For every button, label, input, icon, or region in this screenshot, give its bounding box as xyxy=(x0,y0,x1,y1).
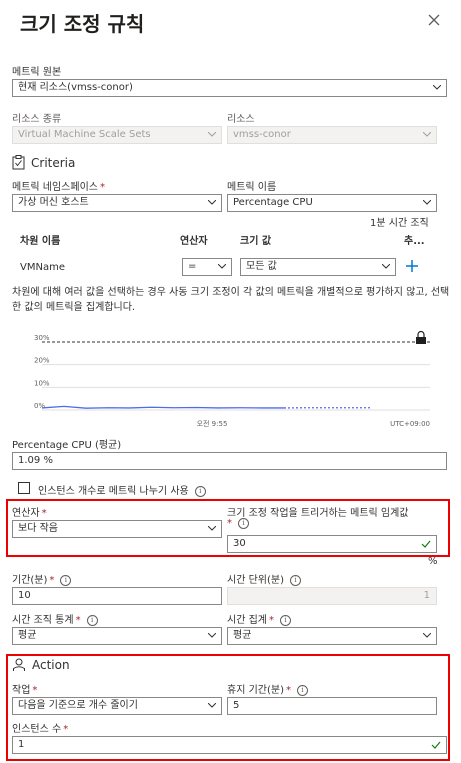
dimension-value-dropdown[interactable]: 모든 값 xyxy=(240,258,396,276)
operation-dropdown[interactable]: 다음을 기준으로 개수 줄이기 xyxy=(12,697,222,715)
chevron-down-icon xyxy=(208,200,216,205)
threshold-input[interactable]: 30 xyxy=(227,535,437,553)
chart-y-tick-label: 20% xyxy=(34,357,50,365)
dimension-name-header: 차원 이름 xyxy=(20,236,61,247)
time-grain-input: 1 xyxy=(227,587,437,605)
person-action-icon xyxy=(13,658,25,671)
chevron-down-icon xyxy=(423,132,431,137)
info-icon[interactable]: i xyxy=(60,575,72,586)
info-icon[interactable]: i xyxy=(296,685,308,696)
metric-name-value: Percentage CPU xyxy=(233,197,313,208)
operator-value: 보다 작음 xyxy=(18,523,58,534)
operation-label: 작업 * xyxy=(12,685,38,696)
chevron-down-icon xyxy=(208,132,216,137)
resource-dropdown: vmss-conor xyxy=(227,126,437,144)
chevron-down-icon xyxy=(382,264,390,269)
add-icon[interactable] xyxy=(405,259,419,273)
info-icon[interactable]: i xyxy=(194,486,206,497)
metric-summary-value: 1.09 % xyxy=(12,452,447,470)
checkmark-icon xyxy=(421,540,431,548)
chevron-down-icon xyxy=(208,633,216,638)
metric-namespace-label: 메트릭 네임스페이스 * xyxy=(12,182,105,193)
threshold-label: 크기 조정 작업을 트리거하는 메트릭 임계값 xyxy=(227,508,409,519)
checkmark-icon xyxy=(431,741,441,749)
metric-chart: 30% 20% 10% 0% 오전 9:55 UTC+09:00 xyxy=(34,330,430,428)
instance-count-label: 인스턴스 수 * xyxy=(12,724,69,735)
time-aggregation-value: 평균 xyxy=(233,630,252,641)
duration-input[interactable]: 10 xyxy=(12,587,222,605)
instance-count-input[interactable]: 1 xyxy=(12,736,447,754)
divide-by-instance-label: 인스턴스 개수로 메트릭 나누기 사용 i xyxy=(38,482,206,497)
chart-series-line xyxy=(41,405,284,409)
chevron-down-icon xyxy=(423,200,431,205)
chart-x-label-timezone: UTC+09:00 xyxy=(390,420,430,428)
panel-title: 크기 조정 규칙 xyxy=(20,12,145,36)
clipboard-icon xyxy=(12,155,25,170)
info-icon[interactable]: i xyxy=(279,615,291,626)
time-aggregation-label: 시간 집계 * i xyxy=(227,611,291,626)
dimension-operator-header: 연산자 xyxy=(180,236,208,247)
dimension-operator-dropdown[interactable]: = xyxy=(182,258,232,276)
chart-y-tick-label: 0% xyxy=(34,402,45,410)
resource-label: 리소스 xyxy=(227,114,255,125)
metric-source-label: 메트릭 원본 xyxy=(12,67,62,78)
metric-summary-label: Percentage CPU (평균) xyxy=(12,440,122,451)
criteria-title: Criteria xyxy=(31,156,76,170)
dimension-row-name: VMName xyxy=(20,262,65,273)
dimension-value-value: 모든 값 xyxy=(246,261,277,272)
time-aggregation-dropdown[interactable]: 평균 xyxy=(227,627,437,645)
chevron-down-icon xyxy=(208,703,216,708)
resource-type-dropdown: Virtual Machine Scale Sets xyxy=(12,126,222,144)
resource-type-value: Virtual Machine Scale Sets xyxy=(18,129,151,140)
metric-source-value: 현재 리소스(vmss-conor) xyxy=(18,82,133,93)
action-title: Action xyxy=(32,658,70,672)
info-icon[interactable]: i xyxy=(238,518,249,529)
metric-namespace-dropdown[interactable]: 가상 머신 호스트 xyxy=(12,194,222,212)
metric-source-dropdown[interactable]: 현재 리소스(vmss-conor) xyxy=(12,79,447,97)
divide-by-instance-checkbox[interactable] xyxy=(18,482,30,494)
chart-lock-icon xyxy=(416,330,426,344)
chevron-down-icon xyxy=(218,264,226,269)
cooldown-input[interactable]: 5 xyxy=(227,697,437,715)
cooldown-label: 휴지 기간(분) * i xyxy=(227,681,308,696)
threshold-required: * i xyxy=(227,518,249,529)
info-icon[interactable]: i xyxy=(289,575,301,586)
dimension-value-header: 크기 값 xyxy=(240,236,272,247)
time-grain-label: 시간 단위(분) i xyxy=(227,571,301,586)
dimension-operator-value: = xyxy=(188,261,197,272)
resource-type-label: 리소스 종류 xyxy=(12,114,62,125)
duration-label: 기간(분) * i xyxy=(12,571,72,586)
time-grain-stat-dropdown[interactable]: 평균 xyxy=(12,627,222,645)
chevron-down-icon xyxy=(433,85,441,90)
dimension-more-header[interactable]: 추... xyxy=(404,232,425,247)
threshold-unit: % xyxy=(428,556,438,567)
metric-name-label: 메트릭 이름 xyxy=(227,182,277,193)
chart-y-tick-label: 30% xyxy=(34,334,50,342)
close-icon[interactable] xyxy=(426,12,442,28)
time-grain-stat-label: 시간 조직 통계 * i xyxy=(12,611,98,626)
info-icon[interactable]: i xyxy=(86,615,98,626)
metric-namespace-value: 가상 머신 호스트 xyxy=(18,197,89,208)
dimension-note: 차원에 대해 여러 값을 선택하는 경우 사동 크기 조정이 각 값의 메트릭을… xyxy=(12,287,450,313)
metric-name-dropdown[interactable]: Percentage CPU xyxy=(227,194,437,212)
operator-dropdown[interactable]: 보다 작음 xyxy=(12,520,222,538)
chart-y-tick-label: 10% xyxy=(34,379,50,387)
time-grain-note: 1분 시간 조직 xyxy=(370,218,429,229)
operator-label: 연산자 * xyxy=(12,508,47,519)
chart-x-label-time: 오전 9:55 xyxy=(197,419,228,428)
chevron-down-icon xyxy=(423,633,431,638)
operation-value: 다음을 기준으로 개수 줄이기 xyxy=(18,700,138,711)
chevron-down-icon xyxy=(208,526,216,531)
time-grain-stat-value: 평균 xyxy=(18,630,37,641)
resource-value: vmss-conor xyxy=(233,129,291,140)
